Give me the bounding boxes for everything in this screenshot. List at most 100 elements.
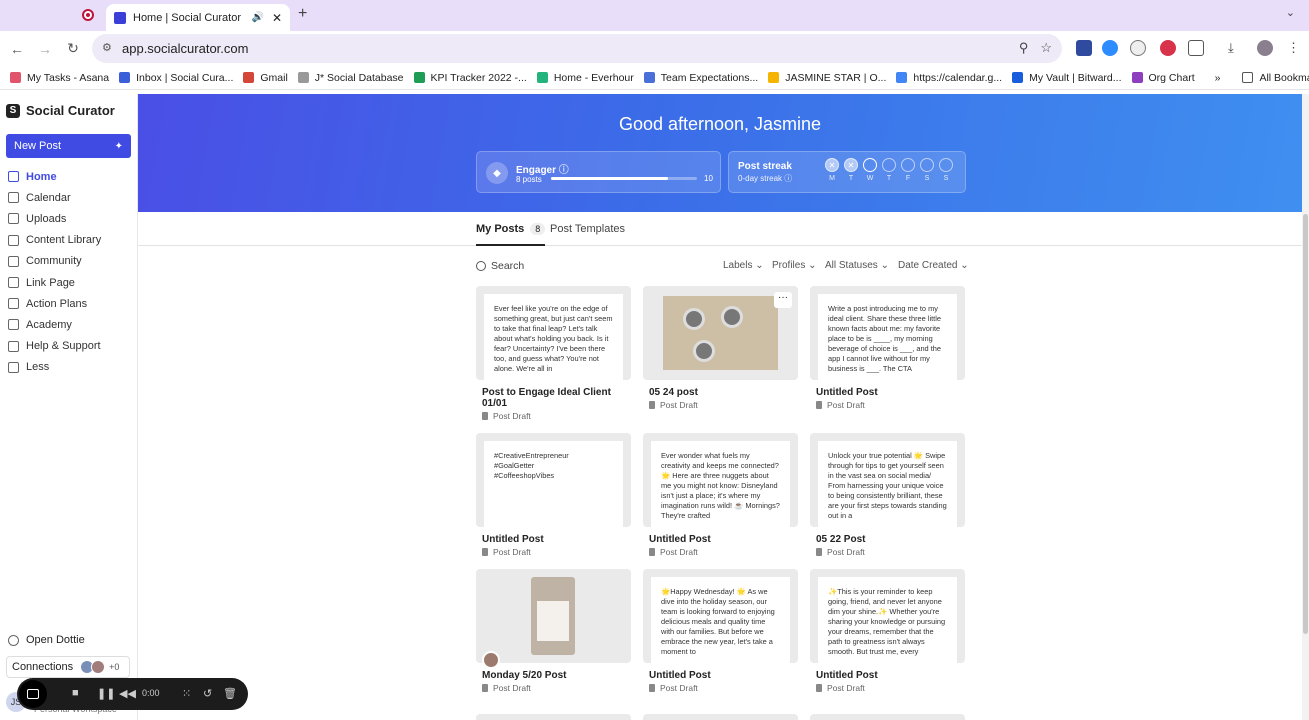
sidebar-item-uploads[interactable]: Uploads (0, 208, 138, 229)
restart-icon[interactable]: ↺ (203, 687, 212, 700)
bookmark-item[interactable]: Team Expectations... (643, 72, 758, 84)
post-status-label: Post Draft (660, 683, 698, 693)
profile-avatar[interactable] (1257, 40, 1273, 56)
bookmark-item[interactable]: Inbox | Social Cura... (119, 72, 233, 84)
rewind-icon[interactable]: ◀◀ (119, 687, 136, 700)
download-icon[interactable]: ⤓ (1228, 40, 1244, 56)
post-card[interactable]: 🌟Happy Wednesday! 🌟 As we dive into the … (643, 569, 798, 693)
browser-menu-icon[interactable]: ⋮ (1287, 40, 1303, 56)
extensions-puzzle-icon[interactable] (1188, 40, 1204, 56)
post-preview[interactable]: ··· (643, 286, 798, 380)
new-post-button[interactable]: New Post ✦ (6, 134, 131, 158)
post-card[interactable]: Write a post introducing me to my ideal … (810, 286, 965, 410)
sidebar-item-academy[interactable]: Academy (0, 314, 138, 335)
more-options-icon[interactable]: ··· (774, 292, 792, 308)
engager-card[interactable]: ◆ Engager ⓘ 8 posts 10 (476, 151, 721, 193)
connections-button[interactable]: Connections +0 (6, 656, 130, 678)
url-text: app.socialcurator.com (122, 41, 249, 56)
post-preview[interactable]: Write a post introducing me to my ideal … (810, 286, 965, 380)
post-card[interactable]: Monday 5/20 Post Post Draft (476, 569, 631, 693)
new-tab-button[interactable]: + (298, 5, 307, 23)
profiles-filter[interactable]: Profiles ⌄ (772, 260, 817, 271)
site-settings-icon[interactable]: ⚙ (102, 41, 112, 54)
tab-my-posts[interactable]: My Posts 8 (476, 223, 546, 246)
sidebar-item-less[interactable]: Less (0, 357, 138, 378)
post-preview[interactable] (476, 569, 631, 663)
sidebar-item-link-page[interactable]: Link Page (0, 272, 138, 293)
tab-close-icon[interactable]: ✕ (272, 11, 282, 25)
page-scrollbar[interactable] (1302, 94, 1309, 720)
bookmark-item[interactable]: My Tasks - Asana (10, 72, 109, 84)
stop-icon[interactable]: ■ (72, 687, 79, 699)
post-card[interactable]: #CreativeEntrepreneur #GoalGetter #Coffe… (476, 433, 631, 557)
info-icon[interactable]: ⓘ (559, 165, 569, 176)
extension-icon[interactable] (1076, 40, 1092, 56)
post-preview[interactable]: Ever wonder what fuels my creativity and… (643, 433, 798, 527)
scrollbar-thumb[interactable] (1303, 214, 1308, 634)
post-card-partial[interactable] (643, 714, 798, 720)
bookmark-star-icon[interactable]: ☆ (1040, 40, 1052, 56)
post-preview[interactable]: #CreativeEntrepreneur #GoalGetter #Coffe… (476, 433, 631, 527)
bookmark-item[interactable]: KPI Tracker 2022 -... (413, 72, 527, 84)
statuses-filter[interactable]: All Statuses ⌄ (825, 260, 889, 271)
post-card[interactable]: ··· 05 24 post Post Draft (643, 286, 798, 410)
camera-icon[interactable] (19, 680, 47, 708)
forward-arrow-icon[interactable]: → (34, 41, 56, 57)
streak-day: W (863, 158, 877, 182)
labels-filter[interactable]: Labels ⌄ (723, 260, 764, 271)
content-library-icon (8, 234, 19, 246)
streak-day-label: S (924, 175, 930, 182)
sidebar-item-help-support[interactable]: Help & Support (0, 336, 138, 357)
post-preview[interactable]: 🌟Happy Wednesday! 🌟 As we dive into the … (643, 569, 798, 663)
post-preview[interactable]: ✨This is your reminder to keep going, fr… (810, 569, 965, 663)
sidebar-nav: Home Calendar Uploads Content Library Commun… (0, 166, 138, 378)
zoom-extension-icon[interactable] (1102, 40, 1118, 56)
bookmarks-overflow-button[interactable]: » (1215, 72, 1221, 84)
streak-day: F (901, 158, 915, 182)
all-bookmarks-label: All Bookmarks (1259, 71, 1309, 84)
post-preview[interactable]: Unlock your true potential 🌟 Swipe throu… (810, 433, 965, 527)
back-arrow-icon[interactable]: ← (6, 41, 28, 57)
bookmark-item[interactable]: Org Chart (1131, 72, 1195, 84)
info-icon[interactable]: ⓘ (784, 174, 792, 183)
community-icon (8, 255, 19, 267)
date-created-filter[interactable]: Date Created ⌄ (898, 260, 969, 271)
reload-icon[interactable]: ↻ (62, 40, 84, 57)
post-card-partial[interactable] (476, 714, 631, 720)
search-field[interactable]: Search (476, 260, 524, 272)
chatgpt-extension-icon[interactable] (1130, 40, 1146, 56)
post-card[interactable]: ✨This is your reminder to keep going, fr… (810, 569, 965, 693)
bookmark-item[interactable]: https://calendar.g... (896, 72, 1002, 84)
bookmark-item[interactable]: JASMINE STAR | O... (768, 72, 886, 84)
grid-icon[interactable]: ⁙ (182, 687, 191, 700)
sidebar-item-content-library[interactable]: Content Library (0, 230, 138, 251)
all-bookmarks-button[interactable]: All Bookmarks (1242, 72, 1309, 84)
post-card[interactable]: Ever feel like you're on the edge of som… (476, 286, 631, 421)
post-streak-card[interactable]: Post streak 0-day streak ⓘ ✕ M ✕ T W T F S S (728, 151, 966, 193)
sidebar-item-home[interactable]: Home (0, 166, 138, 187)
post-card[interactable]: Unlock your true potential 🌟 Swipe throu… (810, 433, 965, 557)
tab-search-button[interactable]: ⌄ (1286, 6, 1295, 19)
sidebar-item-action-plans[interactable]: Action Plans (0, 293, 138, 314)
bookmark-item[interactable]: Gmail (243, 72, 288, 84)
tab-post-templates[interactable]: Post Templates (550, 223, 625, 235)
sidebar-item-calendar[interactable]: Calendar (0, 187, 138, 208)
post-card[interactable]: Ever wonder what fuels my creativity and… (643, 433, 798, 557)
post-card-partial[interactable] (810, 714, 965, 720)
post-preview[interactable]: Ever feel like you're on the edge of som… (476, 286, 631, 380)
brand-logo[interactable]: S Social Curator (6, 103, 115, 118)
address-bar[interactable]: ⚙ app.socialcurator.com ⚲ ☆ (92, 34, 1062, 63)
bookmark-item[interactable]: J* Social Database (297, 72, 404, 84)
zoom-icon[interactable]: ⚲ (1019, 40, 1029, 56)
browser-tab-active[interactable]: Home | Social Curator 🔊 ✕ (106, 4, 290, 31)
instagram-profile-avatar (482, 651, 500, 669)
extension-badge-icon[interactable] (1160, 40, 1176, 56)
sidebar-item-community[interactable]: Community (0, 251, 138, 272)
bookmark-item[interactable]: My Vault | Bitward... (1012, 72, 1122, 84)
speaker-icon[interactable]: 🔊 (251, 12, 263, 23)
open-dottie-button[interactable]: Open Dottie (8, 634, 85, 646)
bookmark-item[interactable]: Home - Everhour (536, 72, 634, 84)
document-icon (482, 548, 488, 556)
pause-icon[interactable]: ❚❚ (97, 687, 115, 700)
trash-icon[interactable]: 🗑 (223, 687, 237, 700)
